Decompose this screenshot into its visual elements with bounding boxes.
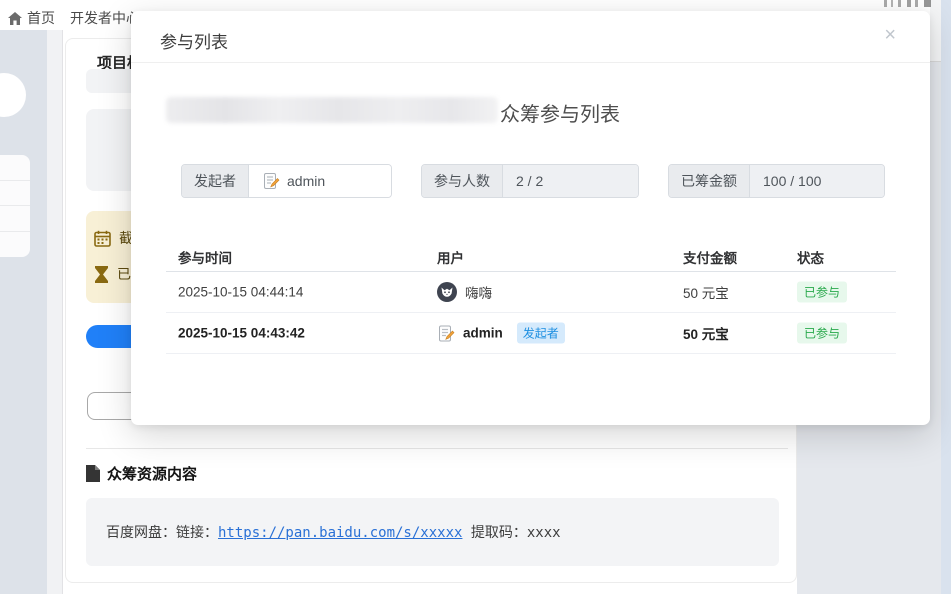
initiator-value: admin xyxy=(249,165,391,197)
col-header-user: 用户 xyxy=(437,247,464,267)
nav-item-developer-center[interactable]: 开发者中心 xyxy=(70,8,140,28)
status-badge: 已参与 xyxy=(797,323,847,344)
memo-avatar-icon xyxy=(437,324,455,342)
initiator-badge: 发起者 xyxy=(517,323,565,344)
participation-time: 2025-10-15 04:44:14 xyxy=(178,285,303,300)
nav-home-label: 首页 xyxy=(27,8,55,28)
close-icon[interactable]: × xyxy=(880,21,900,49)
participation-list-modal: 参与列表 × 众筹参与列表 发起者 admin 参与人数 2 / 2 已筹金额 … xyxy=(131,11,930,425)
participants-label: 参与人数 xyxy=(422,165,503,197)
initiator-label: 发起者 xyxy=(182,165,249,197)
modal-header-divider xyxy=(131,62,930,63)
content-divider xyxy=(86,448,788,449)
sidebar-menu[interactable] xyxy=(0,155,30,257)
col-header-time: 参与时间 xyxy=(178,247,232,267)
table-header-row: 参与时间 用户 支付金额 状态 xyxy=(166,217,896,272)
user-name: 嗨嗨 xyxy=(465,282,492,302)
participation-time: 2025-10-15 04:43:42 xyxy=(178,326,305,341)
raised-amount-info-box: 已筹金额 100 / 100 xyxy=(668,164,885,198)
raised-amount-label: 已筹金额 xyxy=(669,165,750,197)
resource-section-label: 众筹资源内容 xyxy=(107,463,197,484)
sidebar-menu-item[interactable] xyxy=(0,181,30,207)
sidebar-gutter xyxy=(47,30,63,594)
sidebar-menu-item[interactable] xyxy=(0,206,30,232)
col-header-amount: 支付金额 xyxy=(683,247,737,267)
baidu-pan-link[interactable]: https://pan.baidu.com/s/xxxxx xyxy=(218,525,462,541)
redacted-project-name xyxy=(166,97,498,123)
user-cell: 嗨嗨 xyxy=(437,282,492,302)
payment-amount: 50 元宝 xyxy=(683,323,729,343)
resource-prefix: 百度网盘：链接： xyxy=(106,525,218,541)
home-icon xyxy=(8,12,22,25)
memo-avatar-icon xyxy=(262,172,280,190)
resource-suffix: 提取码：xxxx xyxy=(462,525,560,541)
vertical-scrollbar[interactable] xyxy=(941,0,951,594)
participants-value: 2 / 2 xyxy=(503,165,638,197)
calendar-icon xyxy=(94,230,111,247)
sidebar-avatar[interactable] xyxy=(0,73,26,117)
participation-table: 参与时间 用户 支付金额 状态 2025-10-15 04:44:14 嗨嗨 5… xyxy=(166,217,896,354)
initiator-info-box: 发起者 admin xyxy=(181,164,392,198)
resource-text: 百度网盘：链接：https://pan.baidu.com/s/xxxxx 提取… xyxy=(106,522,561,542)
summary-info-row: 发起者 admin 参与人数 2 / 2 已筹金额 100 / 100 xyxy=(131,164,930,198)
document-icon xyxy=(86,465,100,482)
user-cell: admin 发起者 xyxy=(437,323,565,344)
resource-content-box: 百度网盘：链接：https://pan.baidu.com/s/xxxxx 提取… xyxy=(86,498,779,566)
payment-amount: 50 元宝 xyxy=(683,282,729,302)
sidebar-menu-item[interactable] xyxy=(0,155,30,181)
modal-subtitle: 众筹参与列表 xyxy=(500,98,620,127)
participants-info-box: 参与人数 2 / 2 xyxy=(421,164,639,198)
col-header-status: 状态 xyxy=(797,247,824,267)
user-name: admin xyxy=(463,326,503,341)
raised-amount-value: 100 / 100 xyxy=(750,165,884,197)
dark-wolf-avatar-icon xyxy=(437,282,457,302)
left-sidebar xyxy=(0,30,47,594)
page: 首页 开发者中心 项目标 截止时间 已结束 xyxy=(0,0,951,594)
nav-item-home[interactable]: 首页 xyxy=(8,8,55,28)
table-row: 2025-10-15 04:44:14 嗨嗨 50 元宝 已参与 xyxy=(166,272,896,313)
modal-title: 参与列表 xyxy=(160,28,228,53)
nav-developer-label: 开发者中心 xyxy=(70,8,140,28)
status-cell: 已参与 xyxy=(797,282,847,303)
sidebar-menu-item[interactable] xyxy=(0,232,30,258)
status-badge: 已参与 xyxy=(797,282,847,303)
hourglass-icon xyxy=(94,266,109,283)
table-row: 2025-10-15 04:43:42 admin 发起者 50 元宝 已参与 xyxy=(166,313,896,354)
initiator-name: admin xyxy=(287,173,325,189)
resource-section-title: 众筹资源内容 xyxy=(86,463,197,484)
clipped-header-text xyxy=(884,0,940,7)
status-cell: 已参与 xyxy=(797,323,847,344)
